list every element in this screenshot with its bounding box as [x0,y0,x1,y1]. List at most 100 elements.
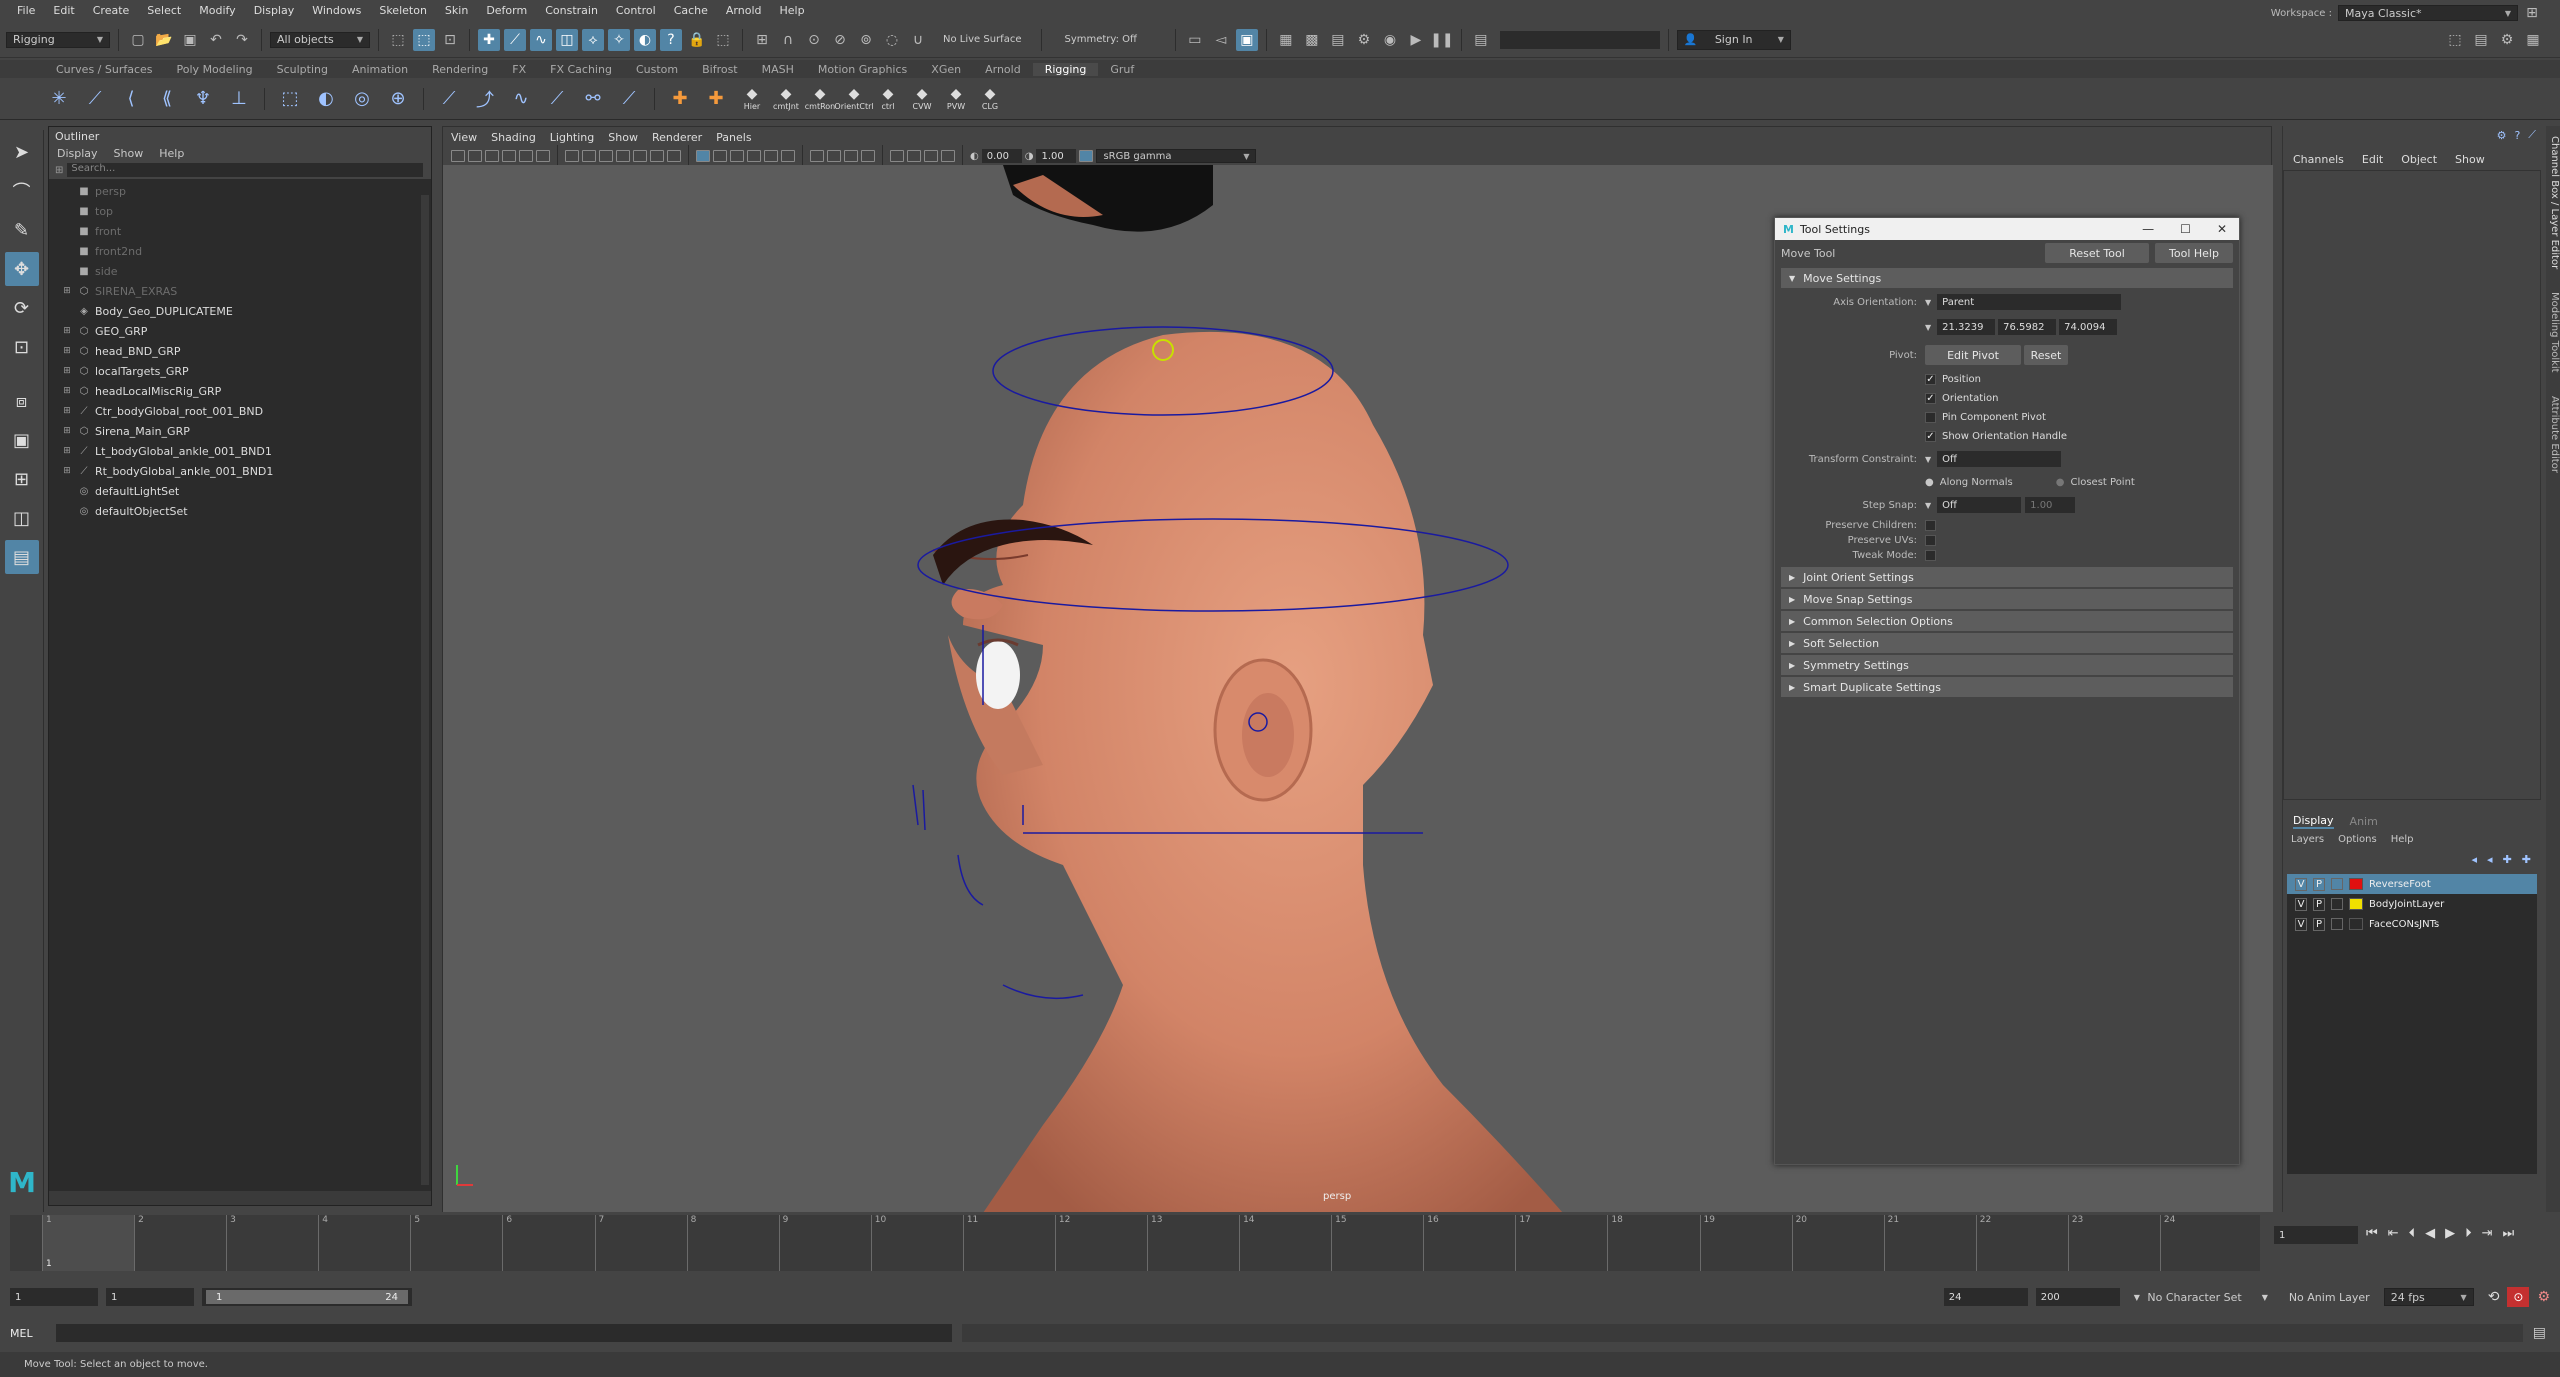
shelf-tab-rigging[interactable]: Rigging [1032,62,1099,76]
expand-icon[interactable]: ⊞ [61,326,73,336]
construction-history-icon[interactable]: ▭ [1184,29,1206,51]
mask-dynamics-icon[interactable]: ✧ [608,28,630,51]
move-tool-icon[interactable]: ✥ [4,252,39,286]
expand-icon[interactable]: ⊞ [61,426,73,436]
reset-tool-button[interactable]: Reset Tool [2045,243,2149,263]
highlight-selection-icon[interactable]: ⬚ [712,29,734,51]
viewport-menu-shading[interactable]: Shading [491,131,536,144]
hypershade-icon[interactable]: ◉ [1379,29,1401,51]
auto-key-icon[interactable]: ⊙ [2507,1287,2530,1307]
shelf-tab-gruf[interactable]: Gruf [1098,63,1146,76]
symmetry-settings-header[interactable]: ▶ Symmetry Settings [1781,655,2233,675]
select-object-icon[interactable]: ⬚ [413,28,435,51]
menu-constrain[interactable]: Constrain [536,4,607,17]
script-language-label[interactable]: MEL [10,1327,46,1340]
render-settings-icon[interactable]: ⚙ [1353,29,1375,51]
expand-icon[interactable]: ⊞ [61,346,73,356]
custom-shelf-button[interactable]: ◆ cmtJnt [771,84,801,114]
single-view-icon[interactable]: ▣ [5,423,39,457]
edit-pivot-button[interactable]: Edit Pivot [1925,345,2021,365]
expand-icon[interactable]: ⊞ [61,366,73,376]
shelf-tab-bifrost[interactable]: Bifrost [690,63,750,76]
persp-outliner-icon[interactable]: ▤ [4,540,39,574]
xray-active-icon[interactable] [827,150,841,162]
wireframe-icon[interactable] [696,150,710,162]
current-frame-field[interactable]: 1 [2274,1226,2358,1244]
step-snap-dropdown[interactable]: Off [1937,497,2022,513]
mask-misc-icon[interactable]: ? [660,28,682,51]
save-scene-icon[interactable]: ▣ [179,29,201,51]
modeling-toolkit-icon[interactable]: ⬚ [2444,29,2466,51]
menu-arnold[interactable]: Arnold [717,4,771,17]
move-snap-settings-header[interactable]: ▶ Move Snap Settings [1781,589,2233,609]
shelf-tab-mash[interactable]: MASH [750,63,806,76]
camera-icon[interactable] [451,150,465,162]
snap-grid-icon[interactable]: ⊞ [751,29,773,51]
channel-menu-channels[interactable]: Channels [2293,153,2344,166]
outliner-item[interactable]: ◈ Body_Geo_DUPLICATEME [61,301,431,321]
smooth-shade-icon[interactable] [713,150,727,162]
outliner-item[interactable]: ⊞ ⬡ localTargets_GRP [61,361,431,381]
show-orientation-handle-checkbox[interactable]: ✓ [1925,431,1936,442]
antialias-icon[interactable] [924,150,938,162]
outliner-item[interactable]: ◎ defaultLightSet [61,481,431,501]
menu-edit[interactable]: Edit [44,4,83,17]
color-management-icon[interactable] [1079,150,1094,162]
pause-icon[interactable]: ❚❚ [1430,29,1453,51]
shelf-tab-arnold[interactable]: Arnold [973,63,1033,76]
curve-ik-icon[interactable]: ⤴ [470,84,500,114]
menu-cache[interactable]: Cache [665,4,717,17]
layer-visibility-toggle[interactable]: V [2295,877,2307,891]
xray-joints-icon[interactable] [844,150,858,162]
position-checkbox[interactable]: ✓ [1925,374,1936,385]
mask-curves-icon[interactable]: ∿ [530,28,552,51]
side-tab-modeling-toolkit[interactable]: Modeling Toolkit [2549,292,2560,373]
lasso-tool-icon[interactable]: ⌒ [5,174,39,208]
gate-mask-icon[interactable] [616,150,630,162]
tool-settings-icon[interactable]: ⚙ [2496,29,2518,51]
layer-color-swatch[interactable] [2349,918,2363,930]
layer-visibility-toggle[interactable]: V [2295,917,2307,931]
layer-menu-layers[interactable]: Layers [2291,834,2324,845]
layer-display-type[interactable] [2331,878,2343,890]
mask-rendering-icon[interactable]: ◐ [634,28,656,51]
layer-display-type[interactable] [2331,918,2343,930]
mirror-joint-icon[interactable]: ⟪ [152,84,182,114]
outliner-item[interactable]: ⊞ ⬡ head_BND_GRP [61,341,431,361]
ik-spline-icon[interactable]: ⟨ [116,84,146,114]
expand-icon[interactable]: ⊞ [61,446,73,456]
shadows-icon[interactable] [781,150,795,162]
move-settings-header[interactable]: ▼ Move Settings [1781,268,2233,288]
input-line-field[interactable] [1499,30,1660,49]
menu-skin[interactable]: Skin [436,4,477,17]
viewport-menu-lighting[interactable]: Lighting [550,131,594,144]
radio-empty-icon[interactable]: ● [2056,477,2065,488]
dof-icon[interactable] [941,150,955,162]
pivot-reset-button[interactable]: Reset [2024,345,2068,365]
safe-action-icon[interactable] [650,150,664,162]
range-slider-handle[interactable]: 1 24 [206,1290,408,1304]
new-layer-icon[interactable]: ✚ [2503,853,2512,866]
channel-options-icon[interactable]: ⚙ [2497,129,2507,142]
symmetry-label[interactable]: Symmetry: Off [1064,34,1136,45]
outliner-item[interactable]: ⊞ ⬡ headLocalMiscRig_GRP [61,381,431,401]
skeleton-icon[interactable]: ♆ [188,84,218,114]
play-forwards-icon[interactable]: ▶ [2445,1226,2455,1241]
last-tool-icon[interactable]: ⧈ [5,384,39,418]
pin-component-pivot-checkbox[interactable] [1925,412,1936,423]
outliner-menu-show[interactable]: Show [114,147,144,160]
step-snap-amount[interactable]: 1.00 [2025,497,2076,513]
snap-live-icon[interactable]: ◌ [881,29,903,51]
channel-menu-object[interactable]: Object [2401,153,2437,166]
play-backwards-icon[interactable]: ◀ [2425,1226,2435,1241]
tool-help-button[interactable]: Tool Help [2155,243,2233,263]
expand-icon[interactable]: ⊞ [61,406,73,416]
minimize-icon[interactable]: — [2142,222,2154,236]
maximize-icon[interactable]: ☐ [2180,222,2191,236]
viewport-menu-view[interactable]: View [451,131,477,144]
layer-row[interactable]: V P FaceCONsJNTs [2287,914,2537,934]
step-forward-frame-icon[interactable]: ⏵ [2465,1226,2472,1241]
color-space-dropdown[interactable]: sRGB gamma ▼ [1096,149,1257,163]
mask-deformations-icon[interactable]: ⟡ [582,28,604,51]
side-by-side-icon[interactable]: ◫ [5,501,39,535]
